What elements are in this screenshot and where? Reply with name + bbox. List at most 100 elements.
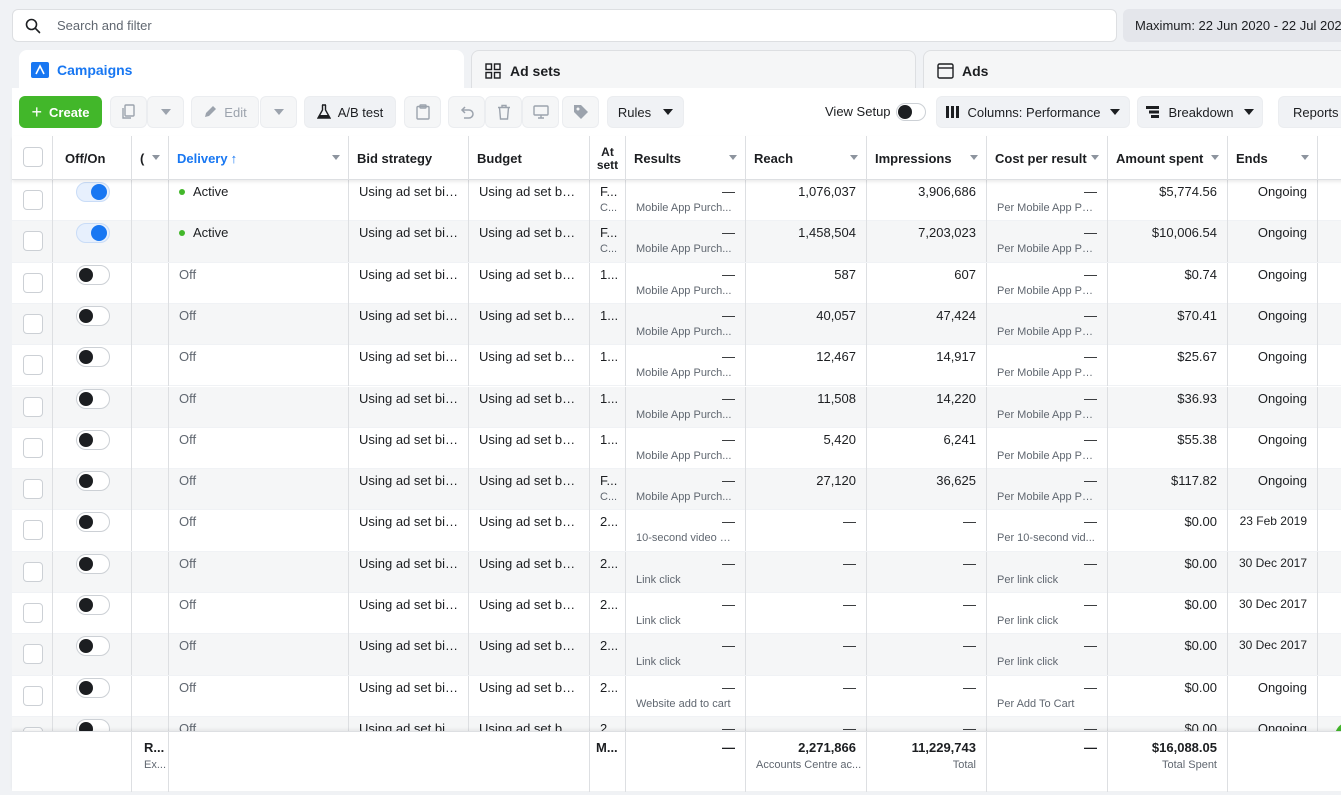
date-range-picker[interactable]: Maximum: 22 Jun 2020 - 22 Jul 2023	[1123, 9, 1341, 42]
row-toggle-cell	[53, 303, 132, 345]
reports-button[interactable]: Reports	[1278, 96, 1341, 128]
breakdown-button[interactable]: Breakdown	[1137, 96, 1263, 128]
delivery-status: Off	[179, 349, 197, 365]
tab-campaigns[interactable]: Campaigns	[19, 50, 464, 90]
edit-dropdown-button[interactable]	[260, 96, 297, 128]
row-attribution: 2...	[590, 716, 626, 731]
row-attribution: 2...	[590, 593, 626, 634]
row-checkbox[interactable]	[23, 561, 43, 582]
campaign-toggle[interactable]	[76, 677, 110, 698]
row-attribution: 1...	[590, 262, 626, 304]
table-row[interactable]: Off Using ad set bid... Using ad set bu.…	[12, 716, 1341, 731]
duplicate-dropdown-button[interactable]	[147, 96, 184, 128]
row-checkbox[interactable]	[23, 520, 43, 541]
campaign-toggle[interactable]	[76, 512, 110, 533]
rules-button[interactable]: Rules	[607, 96, 684, 128]
campaign-toggle[interactable]	[76, 718, 110, 731]
row-ends: 23 Feb 2019	[1228, 510, 1318, 552]
row-checkbox[interactable]	[23, 231, 43, 252]
row-impressions: 14,220	[867, 386, 987, 428]
search-input[interactable]	[57, 18, 657, 33]
delete-button[interactable]	[485, 96, 522, 128]
row-impressions: 3,906,686	[867, 180, 987, 221]
campaign-toggle[interactable]	[76, 429, 110, 450]
row-checkbox[interactable]	[23, 603, 43, 623]
table-row[interactable]: Off Using ad set bid... Using ad set bu.…	[12, 303, 1341, 346]
row-checkbox[interactable]	[23, 272, 43, 293]
table-row[interactable]: Active Using ad set bid... Using ad set …	[12, 180, 1341, 222]
header-bid-strategy[interactable]: Bid strategy	[349, 136, 469, 180]
row-checkbox[interactable]	[23, 396, 43, 417]
header-budget[interactable]: Budget	[469, 136, 590, 180]
ab-test-button[interactable]: A/B test	[304, 96, 396, 128]
header-label: Amount spent	[1116, 150, 1204, 166]
table-row[interactable]: Off Using ad set bid... Using ad set bu.…	[12, 345, 1341, 387]
campaign-toggle[interactable]	[76, 182, 110, 202]
row-reach: —	[746, 634, 867, 676]
table-row[interactable]: Off Using ad set bid... Using ad set bu.…	[12, 427, 1341, 470]
header-delivery[interactable]: Delivery ↑	[169, 136, 349, 180]
preview-button[interactable]	[522, 96, 559, 128]
reach-value: —	[843, 638, 856, 654]
campaign-toggle[interactable]	[76, 553, 110, 574]
table-row[interactable]: Off Using ad set bid... Using ad set bu.…	[12, 634, 1341, 676]
select-all-checkbox[interactable]	[23, 147, 43, 167]
header-attribution[interactable]: At sett	[590, 136, 626, 180]
header-col-c[interactable]: (	[132, 136, 169, 180]
search-bar[interactable]	[12, 9, 1117, 42]
table-row[interactable]: Off Using ad set bid... Using ad set bu.…	[12, 551, 1341, 593]
header-cost-per-result[interactable]: Cost per result	[987, 136, 1108, 180]
columns-button[interactable]: Columns: Performance	[936, 96, 1130, 128]
header-amount-spent[interactable]: Amount spent	[1108, 136, 1228, 180]
view-setup-toggle[interactable]	[896, 103, 926, 121]
table-row[interactable]: Off Using ad set bid... Using ad set bu.…	[12, 510, 1341, 552]
duplicate-button[interactable]	[110, 96, 147, 128]
campaign-toggle[interactable]	[76, 595, 110, 615]
row-checkbox[interactable]	[23, 355, 43, 376]
header-impressions[interactable]: Impressions	[867, 136, 987, 180]
table-row[interactable]: Off Using ad set bid... Using ad set bu.…	[12, 469, 1341, 511]
row-checkbox[interactable]	[23, 437, 43, 458]
table-row[interactable]: Off Using ad set bid... Using ad set bu.…	[12, 593, 1341, 635]
tab-ads[interactable]: Ads	[923, 50, 1341, 90]
row-amount-spent: $36.93	[1108, 386, 1228, 428]
reach-value: 27,120	[816, 473, 856, 489]
campaign-toggle[interactable]	[76, 636, 110, 657]
edit-button[interactable]: Edit	[191, 96, 259, 128]
row-results: — Link click	[626, 593, 746, 634]
tab-ad-sets[interactable]: Ad sets	[471, 50, 916, 90]
campaign-toggle[interactable]	[76, 388, 110, 409]
row-impressions: —	[867, 716, 987, 731]
row-checkbox[interactable]	[23, 479, 43, 500]
cpr-sub: Per link click	[997, 573, 1059, 586]
row-impressions: 36,625	[867, 469, 987, 511]
campaign-toggle[interactable]	[76, 305, 110, 326]
header-results[interactable]: Results	[626, 136, 746, 180]
header-off-on[interactable]: Off/On	[53, 136, 132, 180]
undo-button[interactable]	[448, 96, 485, 128]
campaign-toggle[interactable]	[76, 264, 110, 285]
chevron-down-icon	[1091, 155, 1099, 160]
header-reach[interactable]: Reach	[746, 136, 867, 180]
attribution-value: F...	[600, 473, 618, 489]
chevron-down-icon	[1110, 109, 1121, 115]
clipboard-button[interactable]	[404, 96, 441, 128]
row-checkbox[interactable]	[23, 190, 43, 210]
table-row[interactable]: Off Using ad set bid... Using ad set bu.…	[12, 386, 1341, 428]
row-attribution: F... C...	[590, 221, 626, 263]
campaign-toggle[interactable]	[76, 347, 110, 368]
header-select-all[interactable]	[12, 136, 53, 180]
row-checkbox[interactable]	[23, 644, 43, 665]
tag-button[interactable]	[562, 96, 599, 128]
row-results: —	[626, 716, 746, 731]
table-row[interactable]: Active Using ad set bid... Using ad set …	[12, 221, 1341, 263]
reach-value: 5,420	[823, 431, 856, 447]
row-checkbox[interactable]	[23, 685, 43, 706]
campaign-toggle[interactable]	[76, 471, 110, 492]
table-row[interactable]: Off Using ad set bid... Using ad set bu.…	[12, 262, 1341, 304]
header-ends[interactable]: Ends	[1228, 136, 1318, 180]
campaign-toggle[interactable]	[76, 223, 110, 244]
create-button[interactable]: + Create	[19, 96, 102, 128]
table-row[interactable]: Off Using ad set bid... Using ad set bu.…	[12, 675, 1341, 717]
row-checkbox[interactable]	[23, 313, 43, 334]
